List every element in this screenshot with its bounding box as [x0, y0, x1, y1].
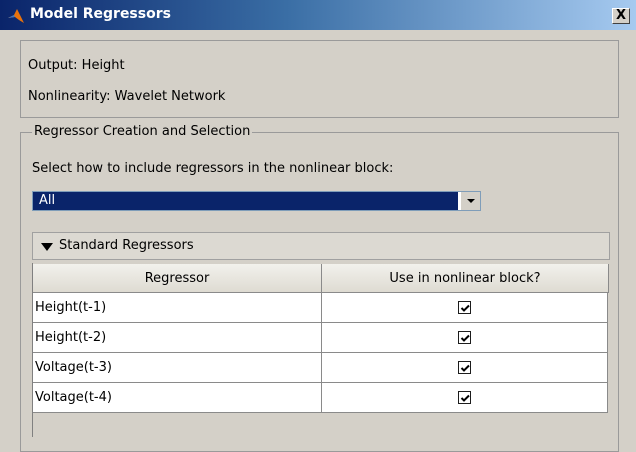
output-label: Output: Height — [28, 58, 125, 73]
column-header-regressor[interactable]: Regressor — [33, 264, 322, 293]
use-in-nonlinear-checkbox[interactable] — [458, 391, 471, 404]
dropdown-selected-value[interactable]: All — [33, 192, 458, 210]
checkmark-icon — [460, 364, 470, 372]
include-regressors-prompt: Select how to include regressors in the … — [32, 161, 394, 176]
use-in-nonlinear-cell — [322, 323, 608, 353]
regressor-name-cell[interactable]: Height(t-1) — [33, 293, 322, 323]
table-row: Height(t-2) — [33, 323, 608, 353]
table-row: Height(t-1) — [33, 293, 608, 323]
checkmark-icon — [460, 394, 470, 402]
group-legend: Regressor Creation and Selection — [32, 124, 253, 139]
table-row: Voltage(t-4) — [33, 383, 608, 413]
use-in-nonlinear-cell — [322, 293, 608, 323]
column-header-use-in-nonlinear[interactable]: Use in nonlinear block? — [322, 264, 609, 293]
nonlinearity-label: Nonlinearity: Wavelet Network — [28, 89, 226, 104]
model-info-panel: Output: Height Nonlinearity: Wavelet Net… — [20, 40, 619, 118]
window-title: Model Regressors — [30, 6, 171, 22]
checkmark-icon — [460, 304, 470, 312]
collapse-triangle-icon[interactable] — [41, 243, 53, 251]
regressor-name-cell[interactable]: Height(t-2) — [33, 323, 322, 353]
standard-regressors-header[interactable]: Standard Regressors — [32, 232, 610, 260]
title-bar: Model Regressors X — [0, 0, 636, 30]
table-row: Voltage(t-3) — [33, 353, 608, 383]
matlab-logo-icon — [8, 9, 24, 23]
use-in-nonlinear-cell — [322, 383, 608, 413]
use-in-nonlinear-checkbox[interactable] — [458, 301, 471, 314]
dropdown-arrow-button[interactable] — [460, 192, 480, 210]
chevron-down-icon — [467, 199, 475, 203]
section-title: Standard Regressors — [59, 238, 194, 253]
close-button[interactable]: X — [612, 8, 630, 24]
use-in-nonlinear-checkbox[interactable] — [458, 361, 471, 374]
regressor-name-cell[interactable]: Voltage(t-3) — [33, 353, 322, 383]
checkmark-icon — [460, 334, 470, 342]
use-in-nonlinear-cell — [322, 353, 608, 383]
use-in-nonlinear-checkbox[interactable] — [458, 331, 471, 344]
regressor-name-cell[interactable]: Voltage(t-4) — [33, 383, 322, 413]
include-regressors-dropdown[interactable]: All — [32, 191, 481, 211]
